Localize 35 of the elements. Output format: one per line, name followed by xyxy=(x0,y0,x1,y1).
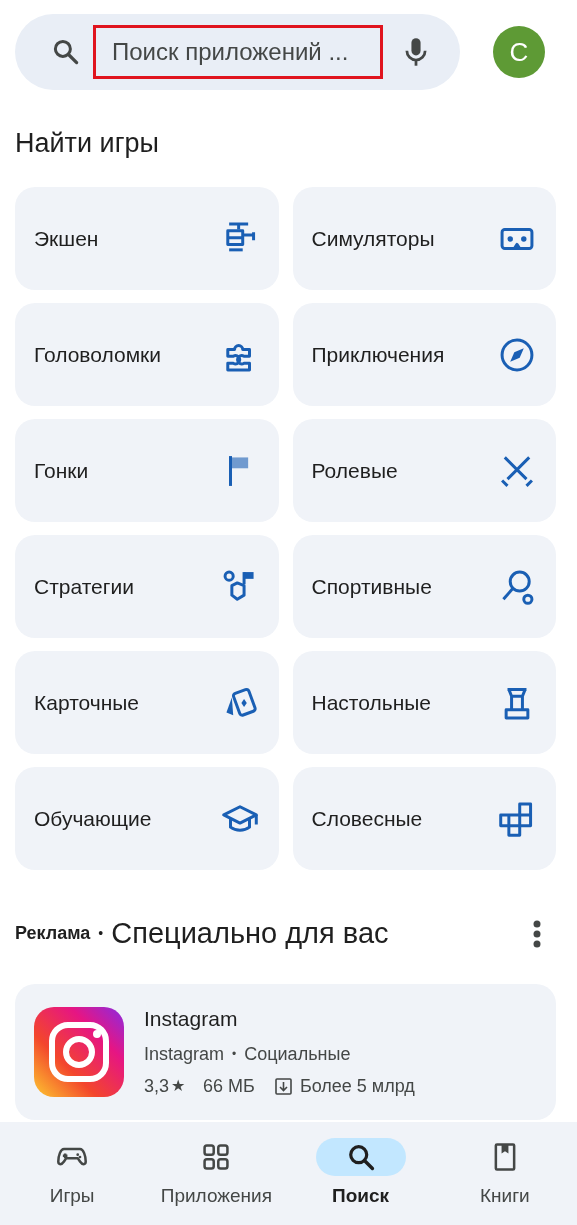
category-tile[interactable]: Головоломки xyxy=(15,303,279,406)
nav-tab[interactable]: Игры xyxy=(0,1138,145,1211)
nav-tab[interactable]: Поиск xyxy=(288,1138,433,1211)
separator-dot: • xyxy=(232,1046,237,1064)
app-size: 66 МБ xyxy=(203,1074,255,1098)
category-tile[interactable]: Обучающие xyxy=(15,767,279,870)
category-tile[interactable]: Стратегии xyxy=(15,535,279,638)
category-tile[interactable]: Гонки xyxy=(15,419,279,522)
download-icon xyxy=(274,1077,292,1095)
category-tile[interactable]: Спортивные xyxy=(292,535,556,638)
app-rating: 3,3 xyxy=(144,1074,170,1098)
category-tile[interactable]: Экшен xyxy=(15,187,279,290)
nav-tab[interactable]: Книги xyxy=(432,1138,577,1211)
category-tile[interactable]: Симуляторы xyxy=(292,187,556,290)
app-category: Социальные xyxy=(244,1042,351,1066)
category-tile[interactable]: Настольные xyxy=(292,651,556,754)
highlight-frame: Поиск приложений ... xyxy=(93,25,383,79)
nav-tab[interactable]: Приложения xyxy=(144,1138,289,1211)
ad-label: Реклама xyxy=(15,922,91,946)
category-tile[interactable]: Словесные xyxy=(292,767,556,870)
category-tile[interactable]: Приключения xyxy=(292,303,556,406)
developer-name: Instagram xyxy=(144,1042,225,1066)
section-title: Найти игры xyxy=(14,127,160,160)
star-icon: ★ xyxy=(171,1074,186,1099)
more-options-icon[interactable] xyxy=(532,918,542,949)
app-icon xyxy=(34,1006,124,1097)
category-tile[interactable]: Карточные xyxy=(15,651,279,754)
separator-dot: • xyxy=(98,924,104,944)
category-tile[interactable]: Ролевые xyxy=(292,419,556,522)
section-title: Специально для вас xyxy=(111,916,389,951)
app-name: Instagram xyxy=(144,1006,239,1033)
app-card[interactable]: Instagram Instagram • Социальные 3,3★ 66 МБ Более 5 млрд xyxy=(15,983,556,1120)
download-count: Более 5 млрд xyxy=(299,1074,415,1098)
search-field[interactable]: Поиск приложений ... xyxy=(15,14,460,90)
search-icon xyxy=(51,37,81,67)
